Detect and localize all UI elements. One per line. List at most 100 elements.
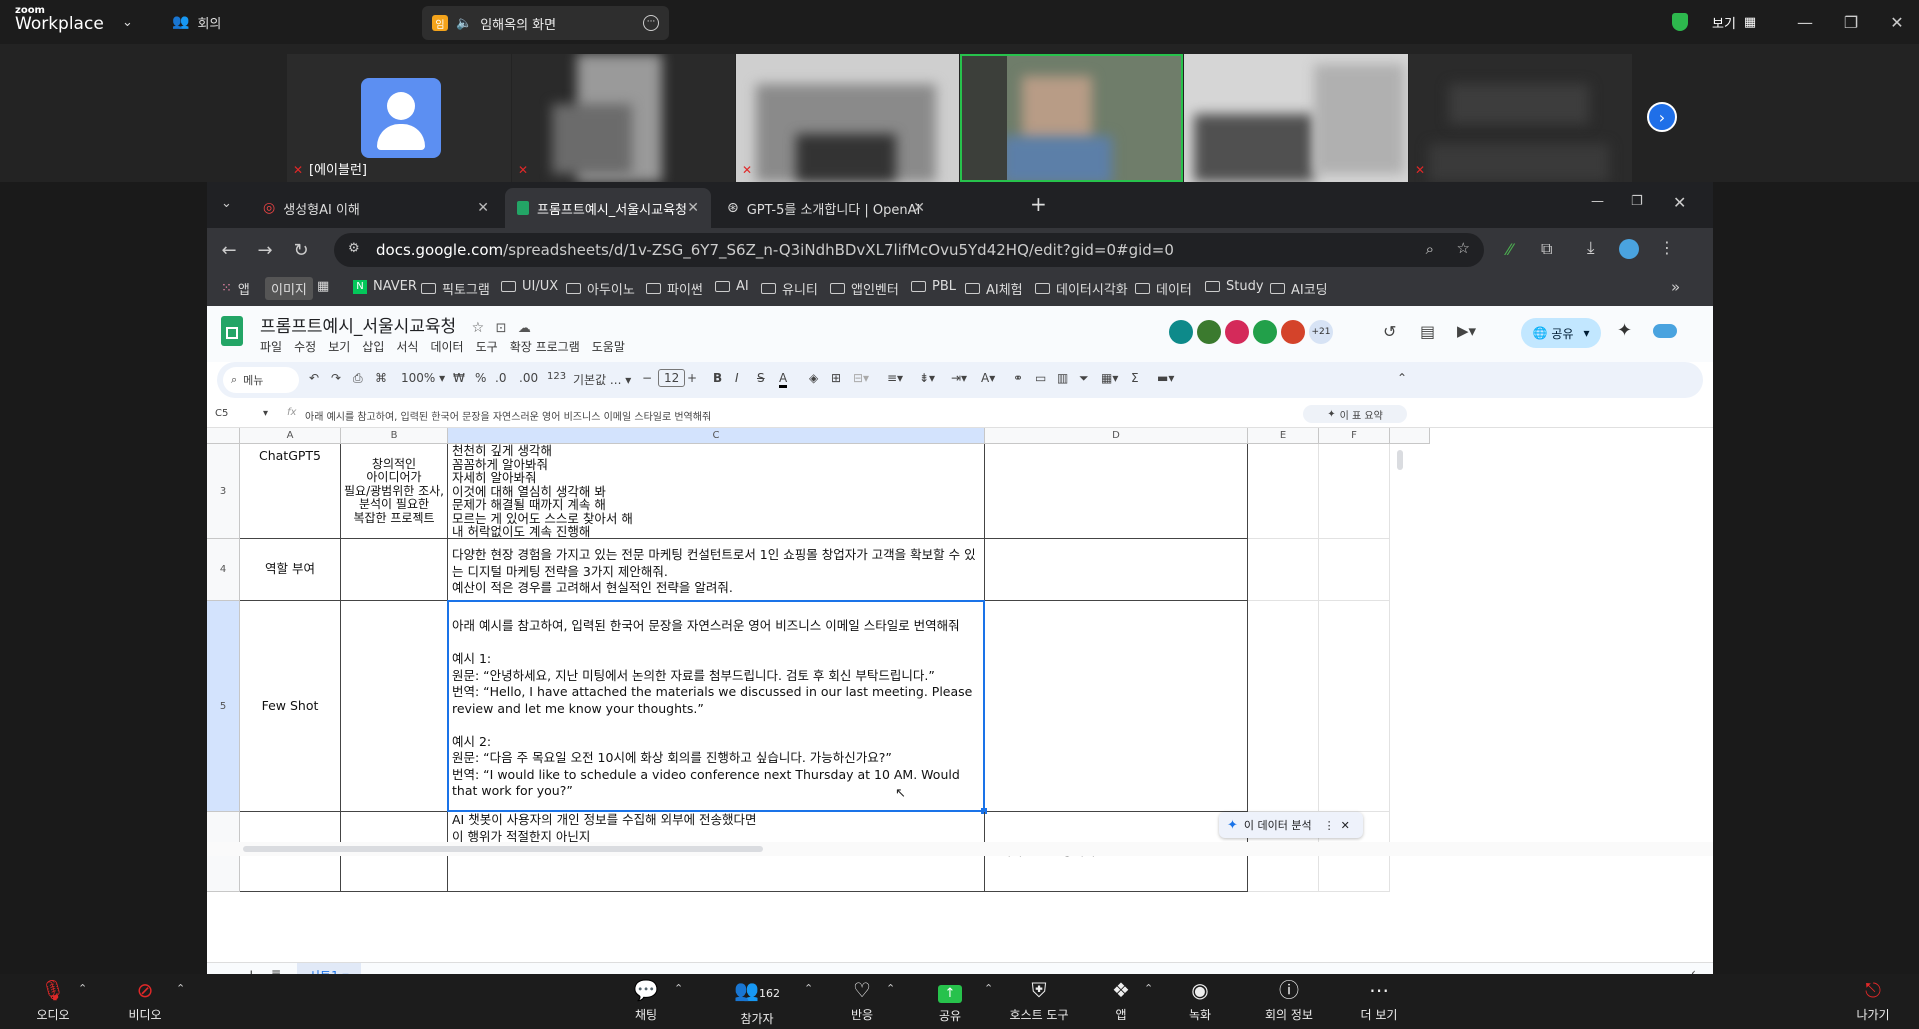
meeting-info-button[interactable]: ⓘ 회의 정보 [1244,978,1334,1023]
number-format-button[interactable]: 123 [547,371,566,382]
bookmark-naver[interactable]: N NAVER [353,279,417,294]
avatar[interactable] [1169,320,1193,344]
cell-c3[interactable]: 천천히 깊게 생각해 꼼꼼하게 알아봐줘 자세히 알아봐줘 이것에 대해 열심히… [448,444,985,539]
font-size-input[interactable]: 12 [658,369,686,387]
cell-a5[interactable]: Few Shot [240,601,341,812]
address-bar[interactable]: ⚙ docs.google.com/spreadsheets/d/1v-ZSG_… [334,233,1484,267]
insert-comment-icon[interactable]: ▭ [1035,371,1046,385]
cell-d5[interactable] [985,601,1248,812]
meet-icon[interactable]: ▶▾ [1457,322,1476,340]
undo-icon[interactable]: ↶ [309,371,319,385]
bookmark-qr[interactable]: ▦ [317,279,329,294]
avatar[interactable] [1225,320,1249,344]
print-icon[interactable]: ⎙ [353,371,363,386]
font-select[interactable]: 기본값 ... ▾ [573,371,631,388]
insert-link-icon[interactable]: ⚭ [1013,371,1023,385]
align-icon[interactable]: ≡▾ [887,371,903,385]
menu-data[interactable]: 데이터 [430,338,463,355]
menu-file[interactable]: 파일 [260,338,282,355]
star-icon[interactable]: ☆ [472,320,485,336]
cloud-status-icon[interactable]: ☁ [518,321,531,336]
name-box[interactable]: C5 [215,408,228,419]
participant-tile[interactable]: ✕ [512,54,735,182]
download-icon[interactable]: ⤓ [1587,238,1595,258]
next-page-icon[interactable]: › [1647,102,1677,132]
share-screen-button[interactable]: ↑ 공유 [905,978,995,1024]
cell-b4[interactable] [341,539,448,601]
host-tools-button[interactable]: ⛨ 호스트 도구 [994,978,1084,1023]
version-history-icon[interactable]: ↺ [1383,322,1396,341]
cell-c5[interactable]: 아래 예시를 참고하여, 입력된 한국어 문장을 자연스러운 영어 비즈니스 이… [448,601,985,812]
bookmark-folder[interactable]: 아두이노 [566,279,635,298]
column-header-c[interactable]: C [448,428,985,444]
bookmark-folder[interactable]: 데이터시각화 [1035,279,1128,298]
close-icon[interactable]: ✕ [1874,0,1919,44]
row-header-3[interactable]: 3 [207,444,240,539]
zoom-menu-chevron[interactable]: ⌄ [122,0,133,44]
cell-c4[interactable]: 다양한 현장 경험을 가지고 있는 전문 마케팅 컨설턴트로서 1인 쇼핑몰 창… [448,539,985,601]
bookmark-folder[interactable]: PBL [911,279,956,294]
more-collaborators-badge[interactable]: +21 [1309,320,1333,344]
cell-f3[interactable] [1319,444,1390,539]
tab-spreadsheet[interactable]: 프롬프트예시_서울시교육청 - G ✕ [505,188,711,228]
column-header-a[interactable]: A [240,428,341,444]
redo-icon[interactable]: ↷ [331,371,341,385]
cell-d3[interactable] [985,444,1248,539]
column-header-d[interactable]: D [985,428,1248,444]
currency-format-button[interactable]: ₩ [453,371,465,385]
chat-options-icon[interactable]: ⌃ [674,982,683,995]
horizontal-scrollbar[interactable] [207,842,1713,856]
participant-tile[interactable]: ✕ [736,54,959,182]
bookmark-folder[interactable]: 파이썬 [646,279,703,298]
menu-search[interactable]: ⌕ 메뉴 [223,367,299,393]
restore-icon[interactable]: ❐ [1828,0,1874,44]
text-rotate-icon[interactable]: A▾ [981,371,995,385]
participants-options-icon[interactable]: ⌃ [804,982,813,995]
new-tab-icon[interactable]: + [1030,192,1047,216]
more-options-icon[interactable]: ··· [643,15,659,31]
zoom-select[interactable]: 100% ▾ [401,371,445,385]
bookmark-folder[interactable]: UI/UX [501,279,558,294]
font-size-increase-icon[interactable]: + [687,371,697,385]
cell-b5[interactable] [341,601,448,812]
font-size-decrease-icon[interactable]: − [642,371,652,385]
profile-avatar[interactable] [1619,239,1639,259]
tab-search-icon[interactable]: ⌄ [221,196,232,211]
chrome-menu-icon[interactable]: ⋮ [1659,238,1675,257]
column-header-f[interactable]: F [1319,428,1390,444]
cell-d4[interactable] [985,539,1248,601]
percent-format-button[interactable]: % [475,371,486,385]
close-tab-icon[interactable]: ✕ [477,200,489,216]
meeting-button[interactable]: 👥 회의 [172,0,221,44]
vertical-scrollbar-thumb[interactable] [1397,450,1403,470]
view-button[interactable]: 보기 ▦ [1712,0,1756,44]
forward-icon[interactable]: → [251,236,279,264]
bookmark-folder[interactable]: 데이터 [1135,279,1192,298]
cell-a4[interactable]: 역할 부여 [240,539,341,601]
menu-edit[interactable]: 수정 [294,338,316,355]
menu-insert[interactable]: 삽입 [362,338,384,355]
italic-icon[interactable]: I [735,371,739,385]
text-wrap-icon[interactable]: ⇥▾ [951,371,967,385]
minimize-icon[interactable]: — [1591,194,1604,209]
merge-cells-icon[interactable]: ⊟▾ [853,371,869,385]
reload-icon[interactable]: ↻ [287,236,315,264]
sheets-logo-icon[interactable] [221,316,243,346]
cell-e3[interactable] [1248,444,1319,539]
cell-f4[interactable] [1319,539,1390,601]
collapse-toolbar-icon[interactable]: ⌃ [1397,371,1407,385]
column-header-more[interactable] [1390,428,1430,444]
site-info-icon[interactable]: ⚙ [348,241,360,256]
bookmark-apps[interactable]: ⁙ 앱 [221,279,250,298]
bold-icon[interactable]: B [713,371,722,385]
bookmark-folder[interactable]: 앱인벤터 [830,279,899,298]
back-icon[interactable]: ← [215,236,243,264]
increase-decimal-button[interactable]: .00 [519,371,538,385]
bookmark-folder[interactable]: 픽토그램 [421,279,490,298]
row-header-5[interactable]: 5 [207,601,240,812]
gemini-icon[interactable]: ✦ [1617,320,1632,341]
paint-format-icon[interactable]: ⌘ [375,371,387,385]
extension-icon[interactable]: ⁄⁄ [1507,240,1512,259]
bookmark-folder[interactable]: AI [715,279,749,294]
vertical-align-icon[interactable]: ⇟▾ [919,371,935,385]
